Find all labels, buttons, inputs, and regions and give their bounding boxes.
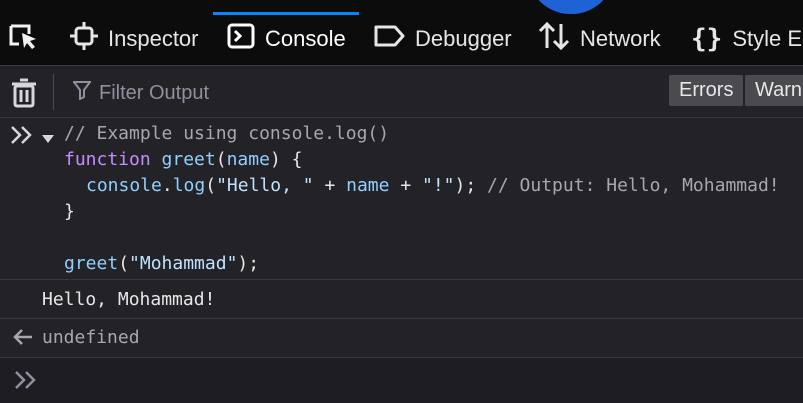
code-token-name: name (346, 175, 390, 196)
trash-icon[interactable] (10, 78, 38, 113)
console-log-message: Hello, Mohammad! (0, 279, 803, 319)
return-value-text: undefined (42, 327, 140, 348)
toolbar-separator (53, 74, 54, 110)
code-token-call-close: ); (237, 253, 260, 274)
code-token-string2: "!" (422, 175, 455, 196)
tab-network[interactable]: Network (538, 12, 661, 65)
devtools-tabbar: Inspector Console Debugger Network {} St… (0, 0, 803, 66)
console-icon (227, 22, 255, 56)
code-token-string: "Hello, " (216, 175, 314, 196)
prompt-chevrons-icon (10, 125, 36, 149)
code-token-comment: // Output: Hello, Mohammad! (487, 175, 780, 196)
tab-console[interactable]: Console (227, 12, 346, 65)
style-editor-icon: {} (691, 23, 723, 54)
console-input-message: // Example using console.log() function … (0, 117, 803, 278)
code-token-console: console (86, 175, 162, 196)
code-line-function: function greet(name) { (64, 149, 302, 170)
tab-label: Style Ed (732, 25, 803, 51)
code-token-call-fn: greet (64, 253, 119, 274)
tab-label: Console (265, 25, 346, 51)
code-token-rest: ) { (269, 149, 303, 170)
warnings-label: Warn (755, 79, 803, 101)
code-token-call-arg: "Mohammad" (129, 253, 238, 274)
code-token-paren: ( (215, 149, 227, 170)
console-toolbar: Filter Output Errors Warn (0, 66, 803, 118)
element-picker-icon[interactable] (8, 22, 42, 57)
code-token-keyword: function (64, 149, 151, 170)
filter-placeholder: Filter Output (99, 81, 210, 104)
console-input-field[interactable] (0, 358, 803, 403)
code-token-plus: + (313, 175, 347, 196)
inspector-icon (70, 21, 98, 56)
input-prompt-chevrons-icon (14, 370, 40, 395)
debugger-icon (373, 22, 405, 56)
code-line-call: greet("Mohammad"); (64, 253, 259, 274)
warnings-filter-button[interactable]: Warn (745, 75, 803, 106)
funnel-icon (72, 80, 92, 106)
code-line-comment: // Example using console.log() (64, 123, 390, 144)
tab-style-editor[interactable]: {} Style Ed (691, 12, 803, 65)
filter-output-input[interactable]: Filter Output (72, 80, 210, 106)
network-icon (538, 21, 570, 57)
code-token-log: log (172, 175, 206, 196)
collapse-toggle-icon[interactable] (41, 129, 55, 148)
code-line-console-log: console.log("Hello, " + name + "!"); // … (86, 175, 780, 196)
console-result-message: undefined (0, 318, 803, 358)
log-output-text: Hello, Mohammad! (42, 289, 216, 310)
code-token-param: name (226, 149, 270, 170)
code-token-call-open: ( (118, 253, 130, 274)
tab-label: Debugger (415, 25, 512, 51)
tab-inspector[interactable]: Inspector (70, 12, 199, 65)
code-token-open: ( (205, 175, 217, 196)
tab-label: Network (580, 25, 661, 51)
errors-label: Errors (679, 79, 734, 101)
code-token-fn: greet (161, 149, 216, 170)
code-token-close: ); (454, 175, 488, 196)
code-token-dot: . (161, 175, 173, 196)
tab-label: Inspector (108, 25, 199, 51)
tab-debugger[interactable]: Debugger (373, 12, 512, 65)
return-arrow-icon (12, 328, 34, 350)
errors-filter-button[interactable]: Errors (669, 75, 744, 106)
code-line-close-brace: } (64, 201, 75, 222)
code-token-plus2: + (389, 175, 422, 196)
